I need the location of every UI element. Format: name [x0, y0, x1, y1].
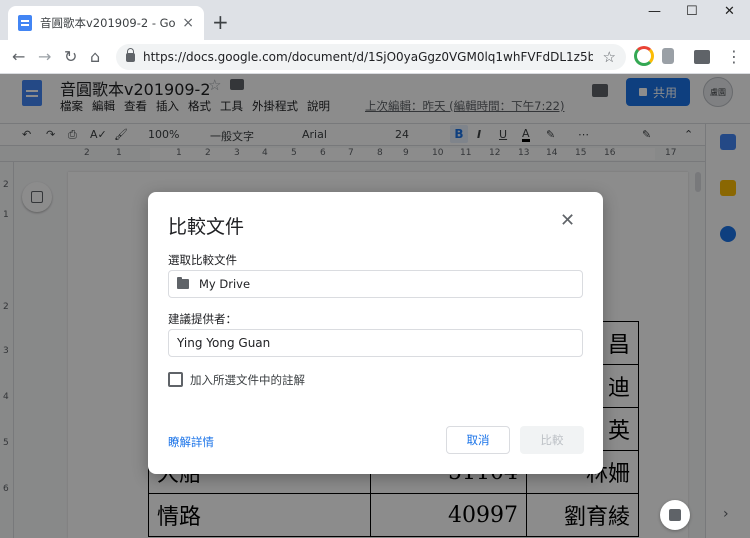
home-button[interactable]: ⌂ [90, 47, 100, 66]
reload-button[interactable]: ↻ [64, 47, 77, 66]
screen-extension-icon[interactable] [694, 50, 710, 64]
select-document-value: My Drive [199, 277, 251, 291]
author-field[interactable] [168, 329, 583, 357]
tab-title: 音圓歌本v201909-2 - Google 文 [40, 16, 176, 30]
explore-icon [669, 509, 681, 521]
minimize-button[interactable]: — [648, 4, 661, 19]
new-tab-button[interactable]: + [212, 10, 229, 34]
bookmark-star-icon[interactable]: ☆ [603, 48, 616, 66]
compare-documents-dialog: 比較文件 ✕ 選取比較文件 My Drive 建議提供者： 加入所選文件中的註解… [148, 192, 603, 474]
cancel-button[interactable]: 取消 [446, 426, 510, 454]
close-window-button[interactable]: ✕ [724, 4, 735, 19]
maximize-button[interactable]: ☐ [686, 4, 698, 19]
browser-menu-icon[interactable]: ⋮ [726, 47, 742, 66]
author-input[interactable] [177, 336, 582, 350]
author-label: 建議提供者： [168, 312, 237, 326]
close-icon[interactable]: ✕ [560, 210, 575, 231]
browser-tabstrip: 音圓歌本v201909-2 - Google 文 × + — ☐ ✕ [0, 0, 750, 40]
dialog-title: 比較文件 [168, 216, 245, 238]
docs-favicon-icon [18, 15, 32, 31]
chrome-extension-icon[interactable] [634, 46, 654, 66]
back-button[interactable]: ← [12, 47, 25, 66]
include-comments-checkbox[interactable] [168, 372, 183, 387]
browser-tab[interactable]: 音圓歌本v201909-2 - Google 文 × [8, 6, 204, 40]
download-extension-icon[interactable] [662, 48, 674, 64]
tab-close-icon[interactable]: × [182, 15, 194, 31]
forward-button[interactable]: → [38, 47, 51, 66]
include-comments-label[interactable]: 加入所選文件中的註解 [190, 372, 305, 388]
select-document-label: 選取比較文件 [168, 253, 237, 267]
lock-icon [126, 47, 135, 62]
explore-button[interactable] [660, 500, 690, 530]
browser-toolbar: ← → ↻ ⌂ https://docs.google.com/document… [0, 40, 750, 74]
compare-button[interactable]: 比較 [520, 426, 584, 454]
url-text: https://docs.google.com/document/d/1SjO0… [143, 50, 593, 64]
folder-icon [177, 277, 189, 289]
address-bar[interactable]: https://docs.google.com/document/d/1SjO0… [116, 44, 626, 70]
learn-more-link[interactable]: 瞭解詳情 [168, 434, 214, 450]
select-document-field[interactable]: My Drive [168, 270, 583, 298]
